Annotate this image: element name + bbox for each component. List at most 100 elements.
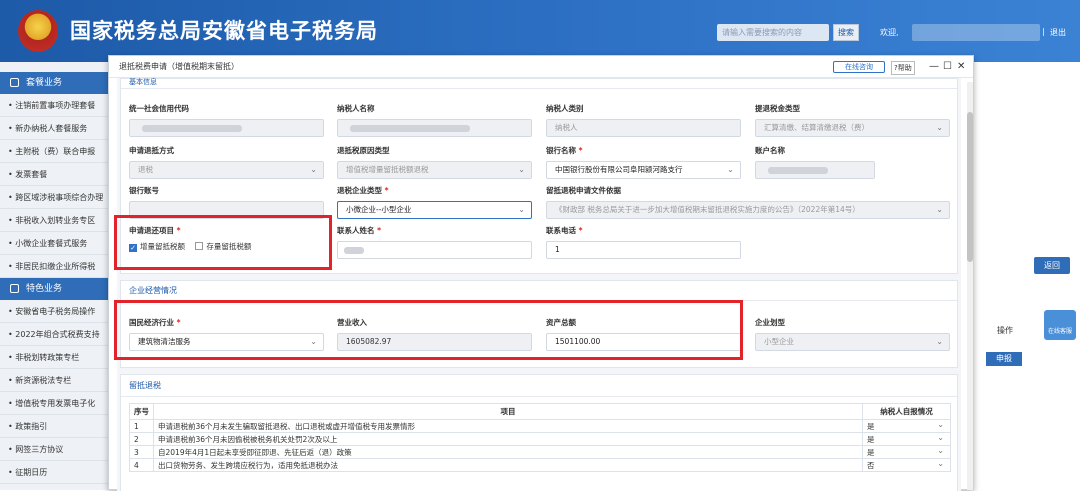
taxpayer-type-input[interactable]: 纳税人 (546, 119, 741, 137)
back-button[interactable]: 返回 (1034, 257, 1070, 274)
policy-basis-value: 《财政部 税务总局关于进一步加大增值税期末留抵退税实施力度的公告》（2022年第… (555, 205, 860, 214)
grid-icon (10, 284, 19, 293)
background-page-right (958, 62, 1080, 490)
sidebar-item[interactable]: • 小微企业套餐式服务 (0, 232, 108, 255)
section-title-operation: 企业经营情况 (121, 281, 957, 301)
header-separator: | (1042, 27, 1045, 36)
site-title: 国家税务总局安徽省电子税务局 (70, 19, 378, 43)
account-name-input[interactable] (755, 161, 875, 179)
section-title-basic: 基本信息 (121, 79, 957, 89)
row-value: 否 (867, 460, 875, 470)
refund-method-field: 申请退抵方式 退税 ⌄ (129, 145, 324, 179)
sidebar-item[interactable]: • 2022年组合式税费支持 (0, 323, 108, 346)
refund-type-select[interactable]: 汇算清缴、结算清缴退税（费） ⌄ (755, 119, 950, 137)
sidebar-item[interactable]: • 征期日历 (0, 461, 108, 484)
refund-method-label: 申请退抵方式 (129, 146, 174, 155)
highlight-box-operation (114, 300, 743, 360)
reason-label: 退抵税原因类型 (337, 146, 390, 155)
chevron-down-icon: ⌄ (518, 205, 525, 214)
table-row: 4 出口货物劳务、发生跨境应税行为，适用免抵退税办法 否 ⌄ (129, 458, 951, 472)
modal-title: 退抵税费申请（增值税期末留抵） (119, 62, 239, 71)
exit-link[interactable]: 退出 (1050, 27, 1066, 38)
sidebar-item[interactable]: • 非税划转政策专栏 (0, 346, 108, 369)
scale-label: 企业划型 (755, 318, 785, 327)
bank-name-select[interactable]: 中国银行股份有限公司阜阳颍河路支行 ⌄ (546, 161, 741, 179)
search-button[interactable]: 搜索 (833, 24, 859, 41)
row-value: 是 (867, 434, 875, 444)
chevron-down-icon: ⌄ (310, 165, 317, 174)
chevron-down-icon: ⌄ (936, 205, 943, 214)
sidebar-item[interactable]: • 新资源税法专栏 (0, 369, 108, 392)
online-service-widget[interactable]: 在线客服 (1044, 310, 1076, 340)
row-select[interactable]: 否 ⌄ (862, 458, 951, 472)
phone-value: 1 (555, 245, 560, 254)
minimize-icon[interactable]: — (929, 56, 939, 78)
sidebar-item-label: 2022年组合式税费支持 (15, 330, 100, 339)
sidebar-item[interactable]: • 新办纳税人套餐服务 (0, 117, 108, 140)
bank-name-value: 中国银行股份有限公司阜阳颍河路支行 (555, 165, 683, 174)
account-name-label: 账户名称 (755, 146, 785, 155)
sidebar-group-feature[interactable]: 特色业务 (0, 278, 108, 300)
sidebar-item[interactable]: • 增值税专用发票电子化 (0, 392, 108, 415)
table-row: 1 申请退税前36个月未发生骗取留抵退税、出口退税或虚开增值税专用发票情形 是 ⌄ (129, 419, 951, 433)
sidebar-item-label: 新资源税法专栏 (15, 376, 72, 385)
help-button[interactable]: ?帮助 (891, 61, 915, 75)
sidebar-item[interactable]: • 非居民扣缴企业所得税 (0, 255, 108, 278)
col-no-header: 序号 (129, 403, 154, 420)
label-text: 银行名称 (546, 146, 576, 155)
required-mark: * (578, 226, 583, 235)
col-check-header: 纳税人自报情况 (862, 403, 951, 420)
sidebar-item[interactable]: • 安徽省电子税务局操作 (0, 300, 108, 323)
reason-select[interactable]: 增值税增量留抵税额退税 ⌄ (337, 161, 532, 179)
credit-code-field: 统一社会信用代码 (129, 103, 324, 137)
row-select[interactable]: 是 ⌄ (862, 432, 951, 446)
refund-section: 留抵退税 序号 项目 纳税人自报情况 1 申请退税前36个月未发生骗取留抵退税、… (120, 374, 958, 491)
scale-select[interactable]: 小型企业 ⌄ (755, 333, 950, 351)
taxpayer-name-input[interactable] (337, 119, 532, 137)
scrollbar-thumb[interactable] (967, 112, 973, 262)
maximize-icon[interactable]: ☐ (943, 56, 952, 78)
chevron-down-icon: ⌄ (937, 420, 944, 430)
modal-scrollbar[interactable] (967, 82, 973, 490)
table-row: 2 申请退税前36个月未因偷税被税务机关处罚2次及以上 是 ⌄ (129, 432, 951, 446)
row-select[interactable]: 是 ⌄ (862, 445, 951, 459)
sidebar-item[interactable]: • 非税收入划转业务专区 (0, 209, 108, 232)
contact-input[interactable] (337, 241, 532, 259)
sidebar-item[interactable]: • 政策指引 (0, 415, 108, 438)
label-text: 联系电话 (546, 226, 576, 235)
report-button[interactable]: 申报 (986, 352, 1022, 366)
enterprise-type-select[interactable]: 小微企业--小型企业 ⌄ (337, 201, 532, 219)
sidebar-item[interactable]: • 注销前置事项办理套餐 (0, 94, 108, 117)
chevron-down-icon: ⌄ (936, 123, 943, 132)
row-value: 是 (867, 447, 875, 457)
sidebar-item[interactable]: • 跨区域涉税事项综合办理 (0, 186, 108, 209)
modal-titlebar: 退抵税费申请（增值税期末留抵） 在线咨询 ?帮助 — ☐ ✕ (109, 56, 973, 78)
reason-field: 退抵税原因类型 增值税增量留抵税额退税 ⌄ (337, 145, 532, 179)
sidebar-group-label: 特色业务 (26, 284, 63, 294)
phone-input[interactable]: 1 (546, 241, 741, 259)
credit-code-input[interactable] (129, 119, 324, 137)
scale-field: 企业划型 小型企业 ⌄ (755, 317, 950, 351)
sidebar-group-label: 套餐业务 (26, 78, 63, 88)
sidebar-item-label: 小微企业套餐式服务 (15, 239, 88, 248)
close-icon[interactable]: ✕ (957, 56, 965, 78)
sidebar-item-label: 安徽省电子税务局操作 (15, 307, 96, 316)
table-row: 3 自2019年4月1日起未享受即征即退、先征后返（退）政策 是 ⌄ (129, 445, 951, 459)
sidebar-item[interactable]: • 主附税（费）联合申报 (0, 140, 108, 163)
operation-column-header: 操作 (997, 326, 1013, 335)
bank-account-label: 银行账号 (129, 186, 159, 195)
sidebar-item[interactable]: • 网签三方协议 (0, 438, 108, 461)
refund-method-select[interactable]: 退税 ⌄ (129, 161, 324, 179)
bank-name-label: 银行名称 * (546, 145, 741, 156)
search-input[interactable]: 请输入需要搜索的内容 (717, 24, 829, 41)
refund-type-label: 提退税金类型 (755, 104, 800, 113)
sidebar-group-package[interactable]: 套餐业务 (0, 72, 108, 94)
row-select[interactable]: 是 ⌄ (862, 419, 951, 433)
refund-method-value: 退税 (138, 165, 153, 174)
online-consult-button[interactable]: 在线咨询 (833, 61, 885, 73)
policy-basis-select[interactable]: 《财政部 税务总局关于进一步加大增值税期末留抵退税实施力度的公告》（2022年第… (546, 201, 950, 219)
sidebar-item-label: 跨区域涉税事项综合办理 (15, 193, 104, 202)
sidebar-item[interactable]: • 发票套餐 (0, 163, 108, 186)
chevron-down-icon: ⌄ (937, 459, 944, 469)
contact-field: 联系人姓名 * (337, 225, 532, 259)
